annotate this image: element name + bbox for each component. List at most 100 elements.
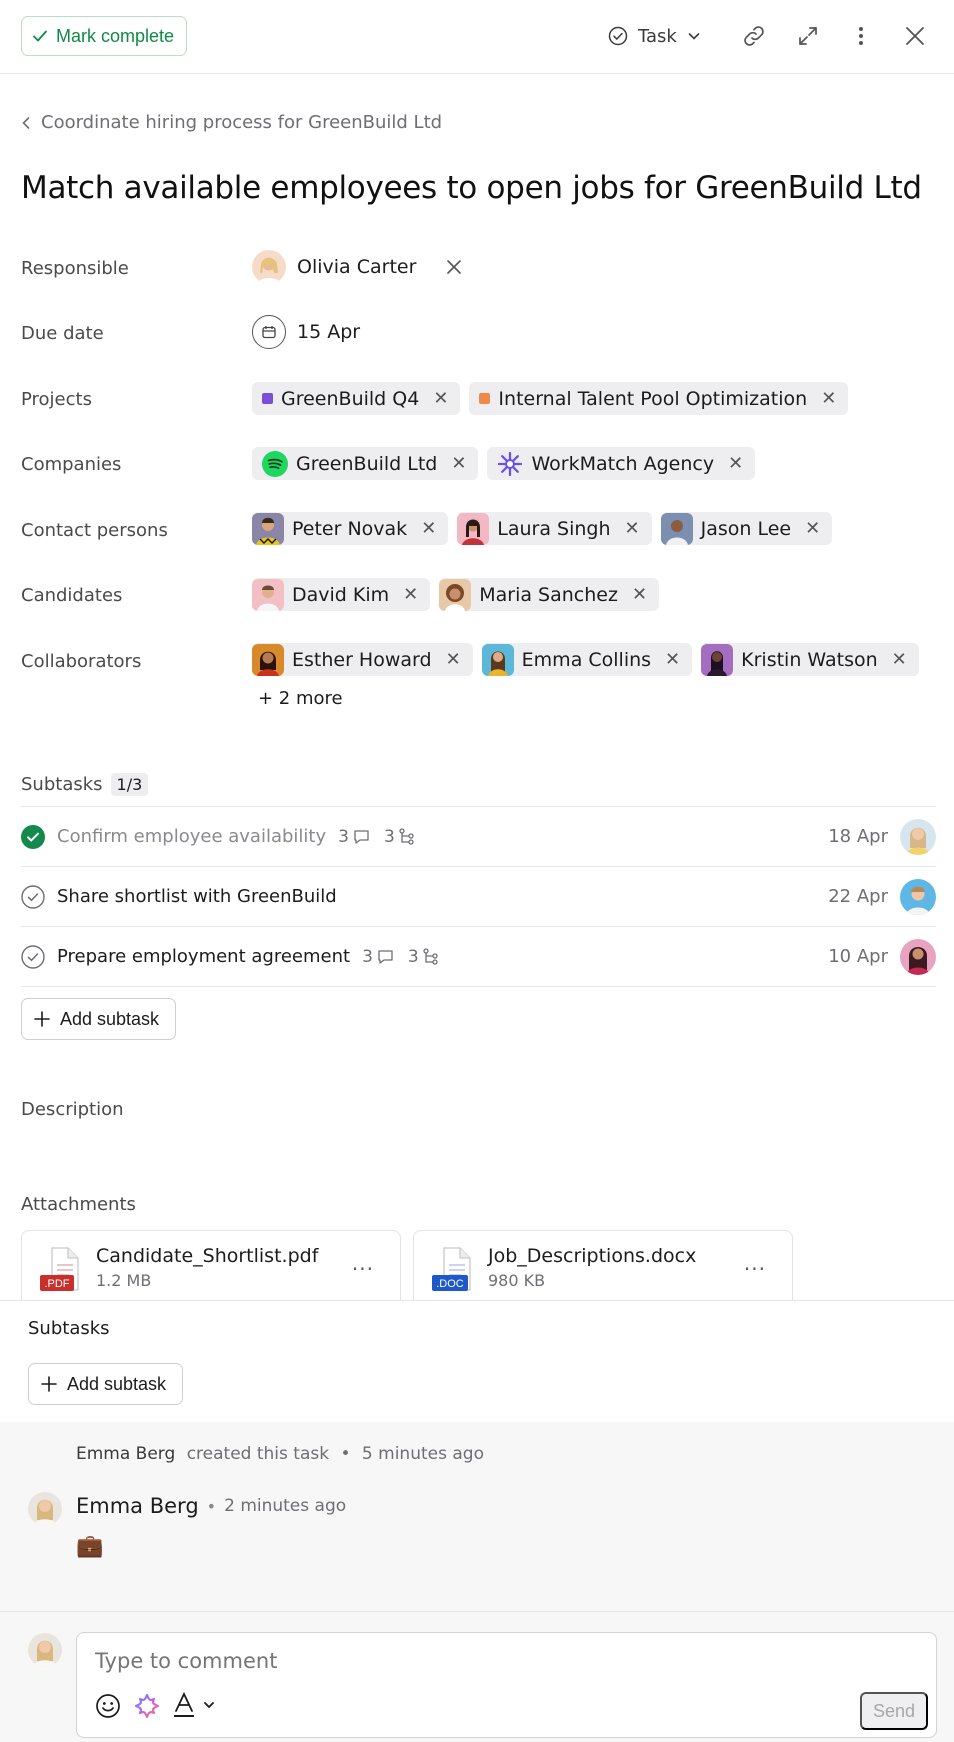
contacts-field: Peter Novak ✕ Laura Singh ✕ Jason Lee ✕ [252,512,833,545]
comment-input-box[interactable] [76,1632,937,1738]
subitem-count: 3 [383,826,395,847]
contact-name: Laura Singh [497,517,611,540]
page-title[interactable]: Match available employees to open jobs f… [21,170,922,206]
avatar [252,578,284,611]
description-label[interactable]: Description [21,1099,124,1120]
remove-icon[interactable]: ✕ [892,650,907,669]
subtask-tree-icon [423,948,439,965]
mark-complete-button[interactable]: Mark complete [21,16,188,56]
more-horizontal-icon[interactable]: ··· [352,1257,374,1281]
remove-responsible-icon[interactable] [447,260,462,274]
circle-check-icon[interactable] [21,884,45,909]
send-button[interactable]: Send [860,1692,928,1730]
comment-input[interactable] [95,1645,895,1677]
spotify-logo-icon [262,450,288,477]
collaborator-chip[interactable]: Kristin Watson ✕ [701,643,919,676]
attachment-name: Job_Descriptions.docx [488,1245,697,1267]
doc-file-icon: .DOC [430,1245,478,1293]
subtask-name: Confirm employee availability [57,826,327,847]
remove-icon[interactable]: ✕ [625,519,640,538]
comment-count: 3 [362,946,373,967]
comment-count: 3 [338,826,349,847]
divider [0,1300,954,1301]
remove-icon[interactable]: ✕ [446,650,461,669]
completed-check-icon[interactable] [21,824,45,849]
contact-name: Peter Novak [292,517,408,540]
due-date-field[interactable]: 15 Apr [252,315,360,349]
comment-icon [353,829,370,845]
subtasks-label-secondary: Subtasks [28,1318,110,1339]
candidate-chip[interactable]: Maria Sanchez ✕ [439,578,660,611]
remove-icon[interactable]: ✕ [728,454,743,473]
close-icon[interactable] [897,18,933,54]
subitem-count: 3 [407,946,419,967]
company-chip[interactable]: WorkMatch Agency ✕ [487,447,756,480]
collaborator-chip[interactable]: Esther Howard ✕ [252,643,473,676]
candidate-name: Maria Sanchez [479,583,618,606]
candidate-chip[interactable]: David Kim ✕ [252,578,431,611]
avatar [481,643,514,676]
responsible-label: Responsible [21,258,129,279]
circle-check-icon [608,26,628,46]
breadcrumb[interactable]: Coordinate hiring process for GreenBuild… [21,112,442,133]
more-horizontal-icon[interactable]: ··· [744,1257,766,1281]
subtasks-list: Confirm employee availability 3 3 18 Apr… [21,806,936,987]
task-type-dropdown[interactable]: Task [608,18,701,54]
projects-label: Projects [21,389,92,410]
emoji-icon[interactable] [95,1693,121,1719]
activity-author[interactable]: Emma Berg [76,1444,175,1464]
project-chip[interactable]: GreenBuild Q4 ✕ [252,382,461,415]
collaborator-name: Esther Howard [292,648,432,671]
collaborators-more-link[interactable]: + 2 more [258,688,343,709]
contact-chip[interactable]: Jason Lee ✕ [660,512,833,545]
avatar [660,512,693,545]
candidate-name: David Kim [292,583,390,606]
candidates-label: Candidates [21,585,123,606]
ai-assistant-icon[interactable] [133,1692,161,1720]
remove-icon[interactable]: ✕ [433,389,448,408]
avatar [900,878,936,915]
link-icon[interactable] [736,18,772,54]
calendar-icon [252,315,286,349]
svg-text:.DOC: .DOC [436,1278,464,1290]
text-format-dropdown[interactable] [173,1691,215,1719]
subtask-row[interactable]: Prepare employment agreement 3 3 10 Apr [21,927,936,987]
subtask-row[interactable]: Confirm employee availability 3 3 18 Apr [21,807,936,867]
more-vertical-icon[interactable] [843,18,879,54]
collaborator-name: Emma Collins [521,648,652,671]
company-name: WorkMatch Agency [531,452,715,475]
remove-icon[interactable]: ✕ [421,519,436,538]
contact-chip[interactable]: Peter Novak ✕ [252,512,449,545]
contact-name: Jason Lee [700,517,792,540]
remove-icon[interactable]: ✕ [632,585,647,604]
responsible-name: Olivia Carter [297,256,417,278]
responsible-field[interactable]: Olivia Carter [252,250,462,284]
avatar [900,818,936,855]
remove-icon[interactable]: ✕ [821,389,836,408]
add-subtask-button[interactable]: Add subtask [28,1363,184,1405]
project-color-dot [479,393,491,404]
circle-check-icon[interactable] [21,944,45,969]
remove-icon[interactable]: ✕ [451,454,466,473]
expand-icon[interactable] [790,18,826,54]
subtask-row[interactable]: Share shortlist with GreenBuild 22 Apr [21,867,936,927]
collaborator-chip[interactable]: Emma Collins ✕ [481,643,693,676]
avatar [701,643,734,676]
add-subtask-button[interactable]: Add subtask [21,998,177,1040]
collaborators-field: Esther Howard ✕ Emma Collins ✕ Kristin Wat… [252,643,919,676]
contact-chip[interactable]: Laura Singh ✕ [457,512,652,545]
attachment-card[interactable]: .DOC Job_Descriptions.docx 980 KB ··· [413,1230,793,1300]
comment-author[interactable]: Emma Berg [76,1494,199,1518]
asterisk-logo-icon [497,451,523,477]
remove-icon[interactable]: ✕ [805,519,820,538]
company-chip[interactable]: GreenBuild Ltd ✕ [252,447,479,480]
remove-icon[interactable]: ✕ [665,650,680,669]
subtask-due-date: 22 Apr [828,886,888,907]
comment-time: 2 minutes ago [224,1496,347,1516]
project-chip[interactable]: Internal Talent Pool Optimization ✕ [469,382,849,415]
due-date-label: Due date [21,323,104,344]
attachment-size: 980 KB [488,1271,546,1290]
attachment-card[interactable]: .PDF Candidate_Shortlist.pdf 1.2 MB ··· [21,1230,401,1300]
chevron-down-icon [687,29,701,43]
remove-icon[interactable]: ✕ [403,585,418,604]
